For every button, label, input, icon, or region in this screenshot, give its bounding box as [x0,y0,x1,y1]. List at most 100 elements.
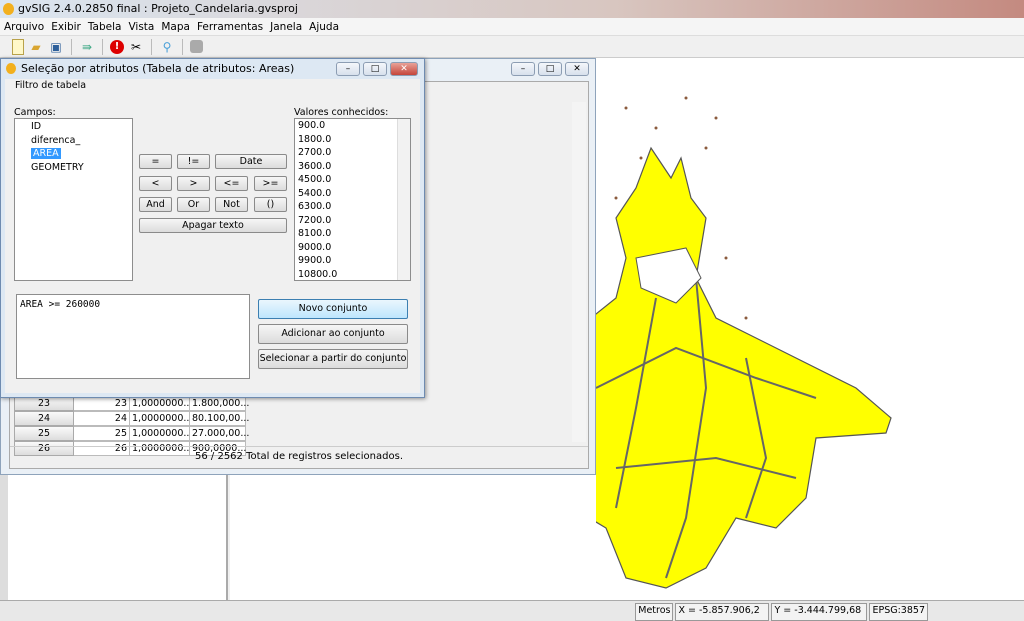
locate-icon[interactable]: ⚲ [159,39,175,55]
menu-tabela[interactable]: Tabela [88,18,122,35]
app-title-bar: gvSIG 2.4.0.2850 final : Projeto_Candela… [0,0,1024,18]
toc-panel [0,475,228,600]
gvsig-logo-icon [3,3,14,15]
value-item[interactable]: 9900.0 [295,254,410,268]
value-item[interactable]: 7200.0 [295,214,410,228]
or-button[interactable]: Or [177,197,210,212]
parentheses-button[interactable]: () [254,197,287,212]
filter-group-label: Filtro de tabela [15,80,87,91]
row-header[interactable]: 24 [14,411,74,426]
clear-text-button[interactable]: Apagar texto [139,218,287,233]
value-item[interactable]: 2700.0 [295,146,410,160]
not-equals-button[interactable]: != [177,154,210,169]
selection-count: 56 / 2562 Total de registros selecionado… [10,446,588,466]
values-scrollbar[interactable] [397,119,410,280]
y-coordinate: Y = -3.444.799,68 [771,603,868,621]
value-item[interactable]: 4500.0 [295,173,410,187]
row-header[interactable]: 25 [14,426,74,441]
dialog-title: Seleção por atributos (Tabela de atribut… [21,62,295,75]
x-coordinate: X = -5.857.906,2 [675,603,770,621]
app-title: gvSIG 2.4.0.2850 final : Projeto_Candela… [18,2,298,15]
menu-exibir[interactable]: Exibir [51,18,81,35]
menu-mapa[interactable]: Mapa [161,18,190,35]
minimize-button[interactable]: – [336,62,360,76]
value-item[interactable]: 9000.0 [295,241,410,255]
menu-arquivo[interactable]: Arquivo [4,18,44,35]
error-icon[interactable]: ! [110,39,124,54]
values-list[interactable]: 900.0 1800.0 2700.0 3600.0 4500.0 5400.0… [294,118,411,281]
map-view-lower [230,475,596,600]
toolbar-separator [151,38,152,55]
toolbar-separator [71,38,72,55]
status-bar: Metros X = -5.857.906,2 Y = -3.444.799,6… [0,600,1024,621]
toolbar-separator [182,38,183,55]
menu-janela[interactable]: Janela [270,18,302,35]
expression-input[interactable]: AREA >= 260000 [16,294,250,379]
greater-equal-button[interactable]: >= [254,176,287,191]
close-button[interactable]: ✕ [565,62,589,76]
field-item[interactable]: ID [15,120,132,134]
open-icon[interactable]: ▰ [28,39,44,55]
disabled-icon [190,40,203,53]
fields-label: Campos: [14,107,56,118]
fields-list[interactable]: ID diferenca_ AREA GEOMETRY [14,118,133,281]
value-item[interactable]: 5400.0 [295,187,410,201]
minimize-button[interactable]: – [511,62,535,76]
select-from-set-button[interactable]: Selecionar a partir do conjunto [258,349,408,369]
cell-area[interactable]: 1.800,000... [190,396,249,411]
layers-icon[interactable]: ⇛ [79,39,95,55]
add-to-set-button[interactable]: Adicionar ao conjunto [258,324,408,344]
equals-button[interactable]: = [139,154,172,169]
close-button[interactable]: ✕ [390,62,418,76]
date-button[interactable]: Date [215,154,287,169]
cell-diferenca[interactable]: 1,0000000... [130,411,192,426]
value-item[interactable]: 3600.0 [295,160,410,174]
table-scrollbar[interactable] [572,102,586,442]
new-set-button[interactable]: Novo conjunto [258,299,408,319]
menu-ajuda[interactable]: Ajuda [309,18,339,35]
less-than-button[interactable]: < [139,176,172,191]
field-item[interactable]: GEOMETRY [15,161,132,175]
save-icon[interactable]: ▣ [48,39,64,55]
menu-bar: Arquivo Exibir Tabela Vista Mapa Ferrame… [0,18,1024,36]
municipality-polygon[interactable] [555,146,892,589]
row-header[interactable]: 23 [14,396,74,411]
value-item[interactable]: 1800.0 [295,133,410,147]
tools-icon[interactable]: ✂ [128,39,144,55]
field-item[interactable]: diferenca_ [15,134,132,148]
epsg-code[interactable]: EPSG:3857 [869,603,928,621]
and-button[interactable]: And [139,197,172,212]
values-label: Valores conhecidos: [294,107,389,118]
gvsig-logo-icon [6,63,16,74]
less-equal-button[interactable]: <= [215,176,248,191]
maximize-button[interactable]: □ [363,62,387,76]
value-item[interactable]: 6300.0 [295,200,410,214]
cell-area[interactable]: 27.000,00... [190,426,249,441]
attribute-selection-dialog: Seleção por atributos (Tabela de atribut… [0,58,425,398]
toolbar-separator [102,38,103,55]
cell-id[interactable]: 24 [74,411,130,426]
cell-diferenca[interactable]: 1,0000000... [130,426,192,441]
value-item[interactable]: 900.0 [295,119,410,133]
menu-ferramentas[interactable]: Ferramentas [197,18,263,35]
value-item[interactable]: 10800.0 [295,268,410,282]
new-icon[interactable] [12,38,24,55]
map-view[interactable] [555,58,1024,600]
table-row[interactable]: 25 25 1,0000000... 27.000,00... [14,426,249,441]
value-item[interactable]: 8100.0 [295,227,410,241]
menu-vista[interactable]: Vista [128,18,154,35]
table-row[interactable]: 24 24 1,0000000... 80.100,00... [14,411,249,426]
cell-id[interactable]: 25 [74,426,130,441]
not-button[interactable]: Not [215,197,248,212]
dialog-body: Filtro de tabela Campos: ID diferenca_ A… [5,79,420,393]
maximize-button[interactable]: □ [538,62,562,76]
map-canvas [555,96,892,589]
cell-id[interactable]: 23 [74,396,130,411]
toolbar: ▰ ▣ ⇛ ! ✂ ⚲ [0,36,1024,58]
cell-area[interactable]: 80.100,00... [190,411,249,426]
field-item-selected[interactable]: AREA [31,148,61,159]
table-row[interactable]: 23 23 1,0000000... 1.800,000... [14,396,249,411]
units-label: Metros [635,603,674,621]
greater-than-button[interactable]: > [177,176,210,191]
cell-diferenca[interactable]: 1,0000000... [130,396,192,411]
